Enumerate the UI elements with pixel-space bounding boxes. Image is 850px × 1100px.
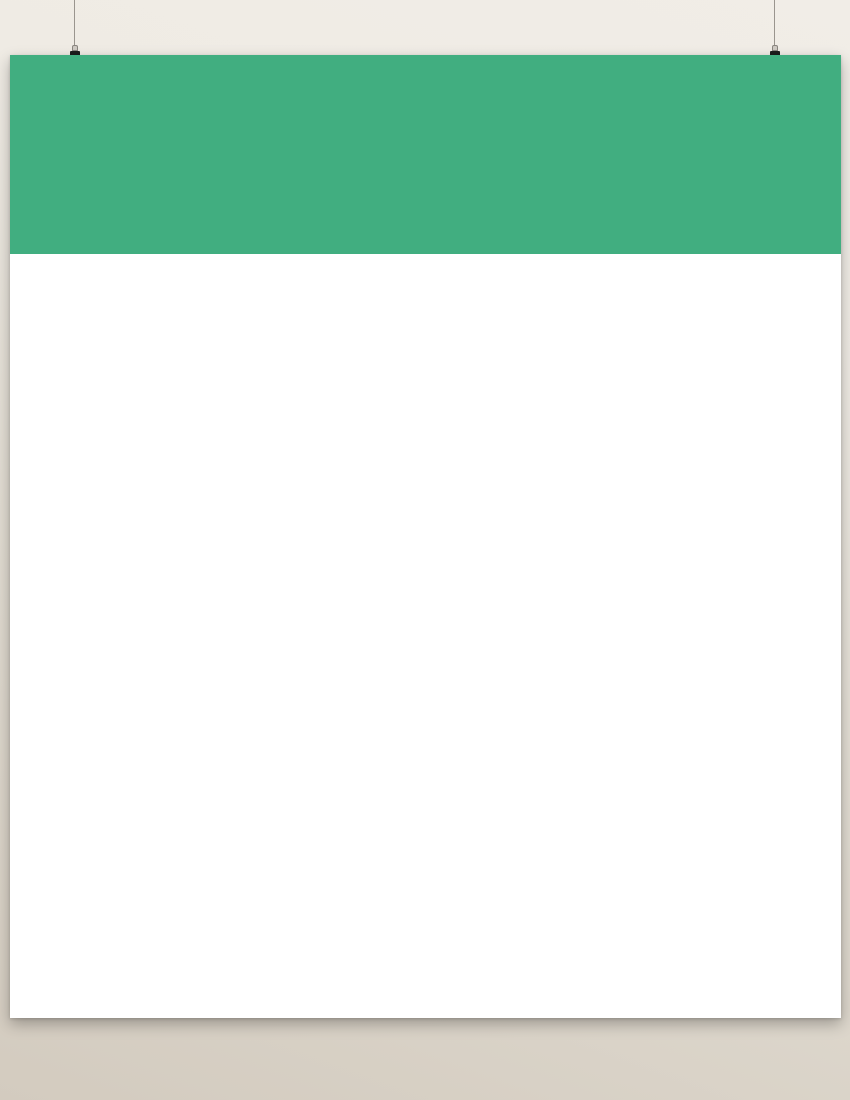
poster-body: [10, 254, 841, 1018]
hanging-wire: [74, 0, 75, 47]
wall-background: [0, 0, 850, 1100]
right-hanger: [769, 0, 781, 60]
left-hanger: [69, 0, 81, 60]
hanging-poster: [10, 55, 841, 1018]
poster-header-band: [10, 55, 841, 254]
hanging-wire: [774, 0, 775, 47]
